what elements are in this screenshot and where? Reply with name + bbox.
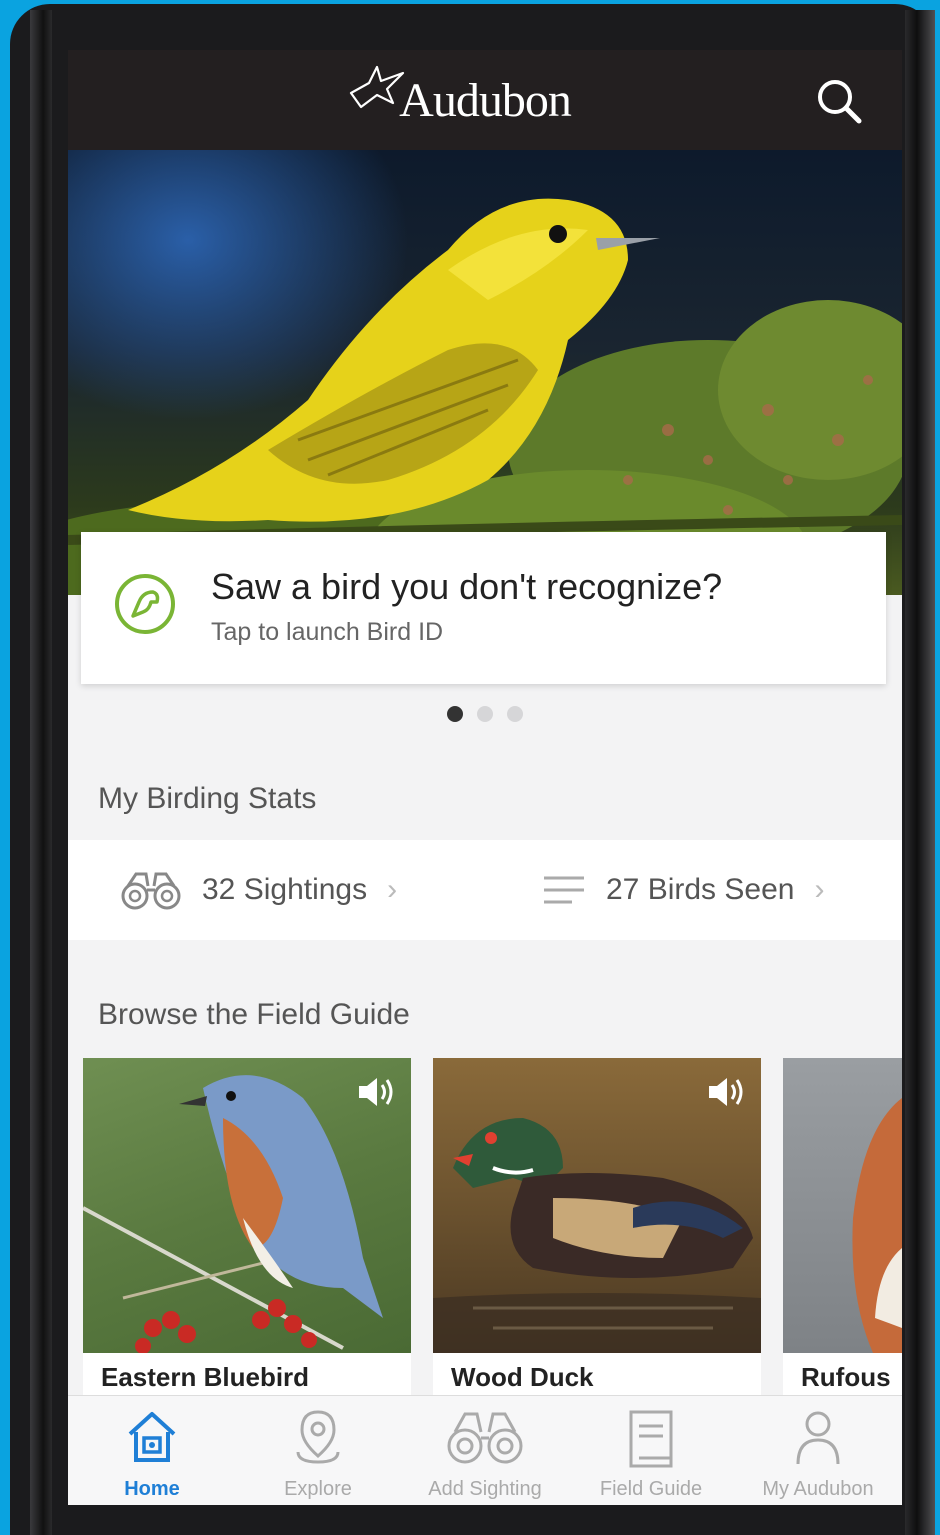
yellow-warbler-illustration — [68, 198, 902, 595]
search-button[interactable] — [814, 76, 864, 126]
tab-add-sighting[interactable]: Add Sighting — [401, 1396, 569, 1505]
audio-icon[interactable] — [705, 1074, 745, 1110]
logo-text: Audubon — [399, 73, 572, 127]
sightings-stat-button[interactable]: 32 Sightings › — [120, 840, 397, 940]
field-guide-card[interactable]: Wood Duck — [433, 1058, 761, 1403]
bird-id-card[interactable]: Saw a bird you don't recognize? Tap to l… — [81, 532, 886, 684]
birds-seen-stat-button[interactable]: 27 Birds Seen › — [542, 840, 824, 940]
tab-my-audubon[interactable]: My Audubon — [734, 1396, 902, 1505]
tab-label: My Audubon — [762, 1478, 874, 1500]
book-icon — [629, 1410, 673, 1468]
top-bar: Audubon — [68, 50, 902, 150]
rufous-illustration — [852, 1098, 902, 1353]
stats-row: 32 Sightings › 27 Birds Seen › — [68, 840, 902, 940]
carousel-page-indicator[interactable] — [68, 706, 902, 722]
audio-icon[interactable] — [355, 1074, 395, 1110]
hero-bird-image[interactable] — [68, 150, 902, 595]
binoculars-icon — [447, 1412, 523, 1464]
stats-section-title: My Birding Stats — [98, 782, 317, 815]
person-icon — [796, 1411, 840, 1465]
tab-explore[interactable]: Explore — [234, 1396, 402, 1505]
map-pin-icon — [296, 1410, 340, 1464]
eastern-bluebird-image — [83, 1058, 411, 1354]
home-icon — [128, 1412, 176, 1462]
binoculars-icon — [121, 872, 181, 910]
bird-name: Eastern Bluebird — [101, 1362, 310, 1392]
audubon-bird-logo-icon — [350, 65, 405, 108]
app-screen: Audubon Saw a bird you don't recognize? … — [68, 50, 902, 1505]
phone-bezel-right — [905, 10, 935, 1535]
bird-name: Rufous — [801, 1362, 891, 1392]
field-guide-card[interactable]: Rufous — [783, 1058, 902, 1403]
tab-label: Home — [124, 1478, 180, 1500]
carousel-dot[interactable] — [507, 706, 523, 722]
search-icon — [818, 80, 862, 124]
carousel-dot[interactable] — [477, 706, 493, 722]
rufous-image — [783, 1058, 902, 1353]
tab-label: Field Guide — [599, 1478, 703, 1500]
list-icon — [544, 876, 584, 904]
tab-label: Add Sighting — [428, 1478, 542, 1500]
bird-id-title: Saw a bird you don't recognize? — [211, 566, 723, 607]
birds-seen-count: 27 Birds Seen — [606, 873, 795, 906]
bird-id-icon — [115, 574, 175, 634]
phone-bezel-left — [30, 10, 52, 1535]
carousel-dot[interactable] — [447, 706, 463, 722]
chevron-right-icon: › — [814, 873, 825, 906]
bird-id-subtitle: Tap to launch Bird ID — [211, 618, 444, 646]
sightings-count: 32 Sightings — [202, 873, 368, 906]
tab-field-guide[interactable]: Field Guide — [567, 1396, 735, 1505]
wood-duck-image — [433, 1058, 761, 1353]
audubon-logo: Audubon — [350, 65, 572, 128]
tab-label: Explore — [284, 1478, 352, 1500]
bottom-tab-bar: Home Explore Add Sighting Field Guide My… — [68, 1395, 902, 1505]
bird-name: Wood Duck — [451, 1362, 594, 1392]
tab-home[interactable]: Home — [68, 1396, 236, 1505]
field-guide-card[interactable]: Eastern Bluebird — [83, 1058, 411, 1403]
chevron-right-icon: › — [387, 873, 398, 906]
field-guide-section-title: Browse the Field Guide — [98, 998, 410, 1031]
